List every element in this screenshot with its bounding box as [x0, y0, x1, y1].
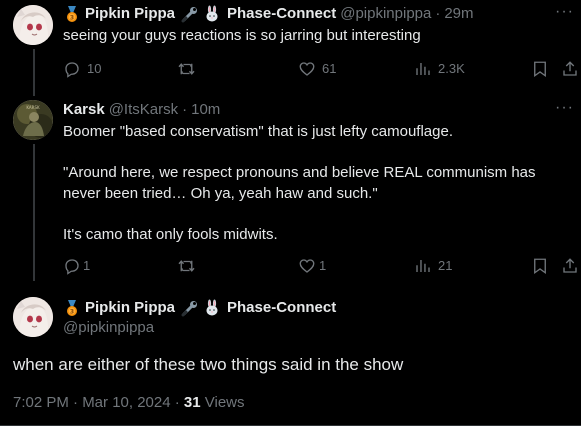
tweet2-header: Karsk @ItsKarsk · 10m [63, 100, 220, 120]
views-button[interactable]: 21 [414, 257, 452, 275]
reply-button[interactable]: 10 [63, 60, 101, 78]
tweet-text: seeing your guys reactions is so jarring… [63, 27, 421, 44]
views-button[interactable]: 2.3K [414, 60, 465, 78]
views-count: 21 [438, 258, 453, 273]
share-icon [561, 257, 579, 275]
reply-icon [63, 60, 81, 78]
bookmark-icon [531, 257, 549, 275]
views-label: Views [200, 394, 245, 411]
thread-connector [33, 144, 35, 281]
author-org[interactable]: Phase-Connect [227, 298, 336, 318]
heart-icon [298, 60, 316, 78]
like-count: 1 [319, 258, 327, 273]
main-tweet-header: 3 Pipkin Pippa Phase-Connect [63, 298, 336, 318]
retweet-button[interactable] [177, 60, 196, 78]
wrench-emoji-icon [181, 299, 199, 317]
views-count: 31 [183, 394, 201, 411]
like-count: 61 [322, 61, 337, 76]
author-org[interactable]: Phase-Connect [227, 4, 336, 24]
medal-emoji-icon: 3 [63, 5, 81, 23]
bookmark-button[interactable] [531, 257, 549, 275]
like-button[interactable]: 1 [298, 257, 326, 275]
wrench-emoji-icon [181, 5, 199, 23]
bookmark-button[interactable] [531, 60, 549, 78]
main-tweet-text: when are either of these two things said… [13, 355, 404, 374]
like-button[interactable]: 61 [298, 60, 336, 78]
separator-dot: · [182, 101, 188, 118]
more-dots-icon[interactable]: ··· [555, 4, 574, 20]
views-bar-chart-icon [414, 257, 432, 275]
svg-text:3: 3 [70, 15, 74, 22]
svg-text:3: 3 [70, 309, 74, 316]
share-button[interactable] [561, 257, 579, 275]
author-name[interactable]: Pipkin Pippa [85, 298, 175, 318]
tweet-text: Boomer "based conservatism" that is just… [63, 123, 536, 243]
tweet-time[interactable]: 29m [444, 4, 473, 24]
views-bar-chart-icon [414, 60, 432, 78]
avatar-karsk[interactable]: KARSK [13, 100, 53, 140]
reply-count: 10 [87, 61, 102, 76]
heart-icon [298, 257, 316, 275]
tweet1-header: 3 Pipkin Pippa Phase-Connect @pipkinpipp… [63, 4, 474, 24]
svg-text:KARSK: KARSK [26, 105, 40, 110]
rabbit-emoji-icon [203, 299, 221, 317]
timestamp[interactable]: 7:02 PM · Mar 10, 2024 · [13, 394, 184, 411]
bookmark-icon [531, 60, 549, 78]
retweet-icon [177, 257, 196, 275]
reply-count: 1 [83, 258, 91, 273]
share-button[interactable] [561, 60, 579, 78]
more-dots-icon[interactable]: ··· [555, 100, 574, 116]
views-count: 2.3K [438, 61, 465, 76]
reply-icon [63, 257, 81, 275]
separator-dot: · [435, 5, 441, 22]
retweet-button[interactable] [177, 257, 196, 275]
reply-button[interactable]: 1 [63, 257, 90, 275]
medal-emoji-icon: 3 [63, 299, 81, 317]
avatar-pipkin-pippa[interactable] [13, 297, 53, 337]
author-name[interactable]: Karsk [63, 100, 105, 120]
tweet-time[interactable]: 10m [191, 100, 220, 120]
timestamp-row: 7:02 PM · Mar 10, 2024 · 31 Views [13, 393, 245, 413]
author-handle[interactable]: @pipkinpippa [63, 318, 154, 338]
author-name[interactable]: Pipkin Pippa [85, 4, 175, 24]
rabbit-emoji-icon [203, 5, 221, 23]
avatar-pipkin-pippa[interactable] [13, 5, 53, 45]
author-handle[interactable]: @ItsKarsk [109, 100, 178, 120]
share-icon [561, 60, 579, 78]
retweet-icon [177, 60, 196, 78]
thread-connector [33, 49, 35, 96]
author-handle[interactable]: @pipkinpippa [340, 4, 431, 24]
